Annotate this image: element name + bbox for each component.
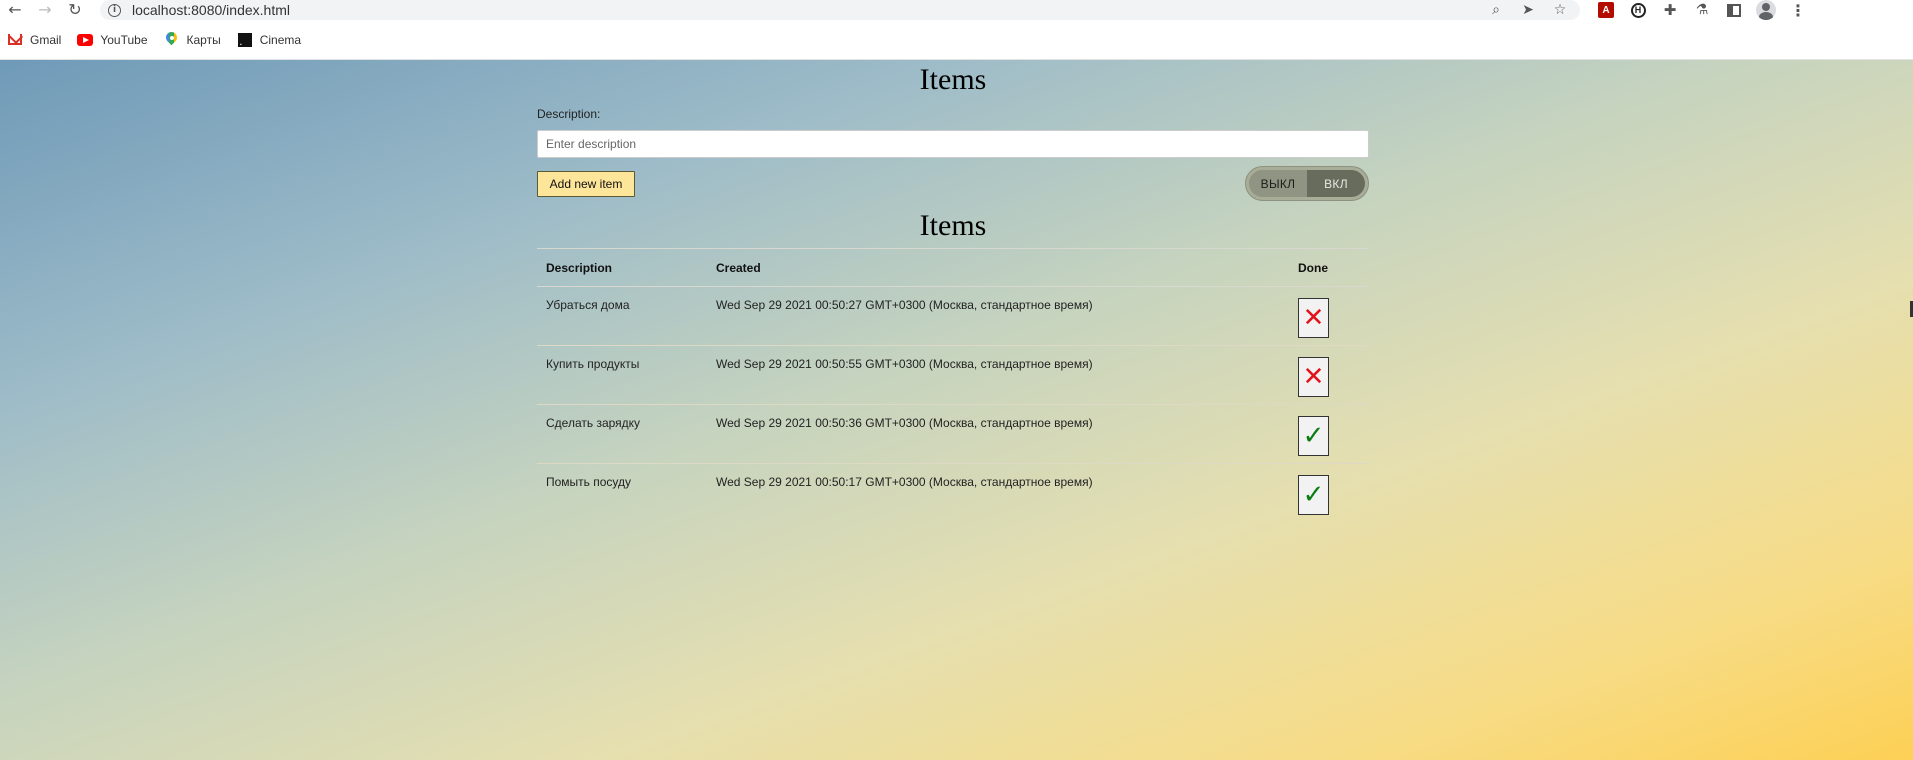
side-panel-icon[interactable] xyxy=(1718,0,1750,20)
reload-icon[interactable]: ↻ xyxy=(60,0,90,20)
url-text[interactable]: localhost:8080/index.html xyxy=(132,2,290,18)
pdf-extension-icon[interactable]: A xyxy=(1590,0,1622,20)
profile-avatar-icon[interactable] xyxy=(1750,0,1782,20)
h-extension-icon[interactable]: H xyxy=(1622,0,1654,20)
column-header-description: Description xyxy=(537,248,707,287)
bookmark-cinema[interactable]: . Cinema xyxy=(237,32,301,48)
item-created: Wed Sep 29 2021 00:50:36 GMT+0300 (Москв… xyxy=(707,404,1289,464)
column-header-done: Done xyxy=(1289,248,1369,287)
items-list-title: Items xyxy=(919,209,987,242)
item-description: Помыть посуду xyxy=(546,475,632,489)
toggle-track: ВЫКЛ ВКЛ xyxy=(1249,170,1365,197)
item-done-cell: ✕ xyxy=(1289,345,1369,405)
table-header-row: Description Created Done xyxy=(537,248,1369,287)
address-bar[interactable]: i localhost:8080/index.html ⌕ ➤ ☆ xyxy=(100,0,1580,20)
form-actions: Add new item ВЫКЛ ВКЛ xyxy=(537,158,1369,208)
item-description: Убраться дома xyxy=(537,286,707,346)
item-done-cell: ✓ xyxy=(1289,464,1369,523)
checkmark-icon-button[interactable]: ✓ xyxy=(1298,475,1329,515)
bookmark-label: YouTube xyxy=(100,32,148,47)
star-icon[interactable]: ☆ xyxy=(1544,0,1576,20)
zoom-icon[interactable]: ⌕ xyxy=(1480,0,1512,20)
description-label: Description: xyxy=(537,107,601,121)
items-table: Description Created Done Убраться дома W… xyxy=(537,248,1369,523)
item-created: Wed Sep 29 2021 00:50:27 GMT+0300 (Москв… xyxy=(707,286,1289,346)
back-arrow-icon[interactable]: ← xyxy=(0,0,30,20)
toggle-off-label[interactable]: ВЫКЛ xyxy=(1249,170,1307,197)
bookmark-label: Gmail xyxy=(30,32,62,47)
maps-pin-icon xyxy=(164,32,180,48)
on-off-toggle[interactable]: ВЫКЛ ВКЛ xyxy=(1245,166,1369,201)
table-row: Убраться дома Wed Sep 29 2021 00:50:27 G… xyxy=(537,286,1369,346)
table-row: Купить продукты Wed Sep 29 2021 00:50:55… xyxy=(537,345,1369,405)
cinema-icon: . xyxy=(237,32,253,48)
add-new-item-button[interactable]: Add new item xyxy=(537,171,635,197)
item-created: Wed Sep 29 2021 00:50:55 GMT+0300 (Москв… xyxy=(707,345,1289,405)
send-icon[interactable]: ➤ xyxy=(1512,0,1544,20)
cross-icon-button[interactable]: ✕ xyxy=(1298,298,1329,338)
cross-icon-button[interactable]: ✕ xyxy=(1298,357,1329,397)
bookmark-maps[interactable]: Карты xyxy=(164,32,221,48)
main-container: Items Description: Add new item ВЫКЛ ВКЛ… xyxy=(537,60,1369,523)
puzzle-extensions-icon[interactable]: ✚ xyxy=(1654,0,1686,20)
forward-arrow-icon[interactable]: → xyxy=(30,0,60,20)
page-title: Items xyxy=(919,63,987,96)
item-created: Wed Sep 29 2021 00:50:17 GMT+0300 (Москв… xyxy=(716,475,1093,489)
checkmark-icon-button[interactable]: ✓ xyxy=(1298,416,1329,456)
info-icon[interactable]: i xyxy=(108,3,121,17)
bookmark-label: Карты xyxy=(186,32,221,47)
youtube-icon xyxy=(77,32,94,48)
column-header-created: Created xyxy=(707,248,1289,287)
bookmark-gmail[interactable]: Gmail xyxy=(7,32,61,48)
table-row: Помыть посуду Wed Sep 29 2021 00:50:17 G… xyxy=(537,464,1369,523)
item-description: Купить продукты xyxy=(537,345,707,405)
description-input[interactable] xyxy=(537,130,1369,158)
table-row: Сделать зарядку Wed Sep 29 2021 00:50:36… xyxy=(537,404,1369,464)
item-description: Сделать зарядку xyxy=(537,404,707,464)
browser-toolbar: ← → ↻ i localhost:8080/index.html ⌕ ➤ ☆ … xyxy=(0,0,1913,20)
item-done-cell: ✕ xyxy=(1289,286,1369,346)
bookmark-label: Cinema xyxy=(259,32,302,47)
bookmarks-bar: Gmail YouTube Карты . Cinema xyxy=(0,20,1913,60)
bookmark-youtube[interactable]: YouTube xyxy=(77,32,148,48)
flask-labs-icon[interactable]: ⚗ xyxy=(1686,0,1718,20)
toggle-on-label[interactable]: ВКЛ xyxy=(1307,170,1365,197)
page-content: Items Description: Add new item ВЫКЛ ВКЛ… xyxy=(0,60,1913,760)
item-done-cell: ✓ xyxy=(1289,404,1369,464)
gmail-icon xyxy=(7,32,23,48)
kebab-menu-icon[interactable]: ⋮ xyxy=(1782,0,1814,20)
